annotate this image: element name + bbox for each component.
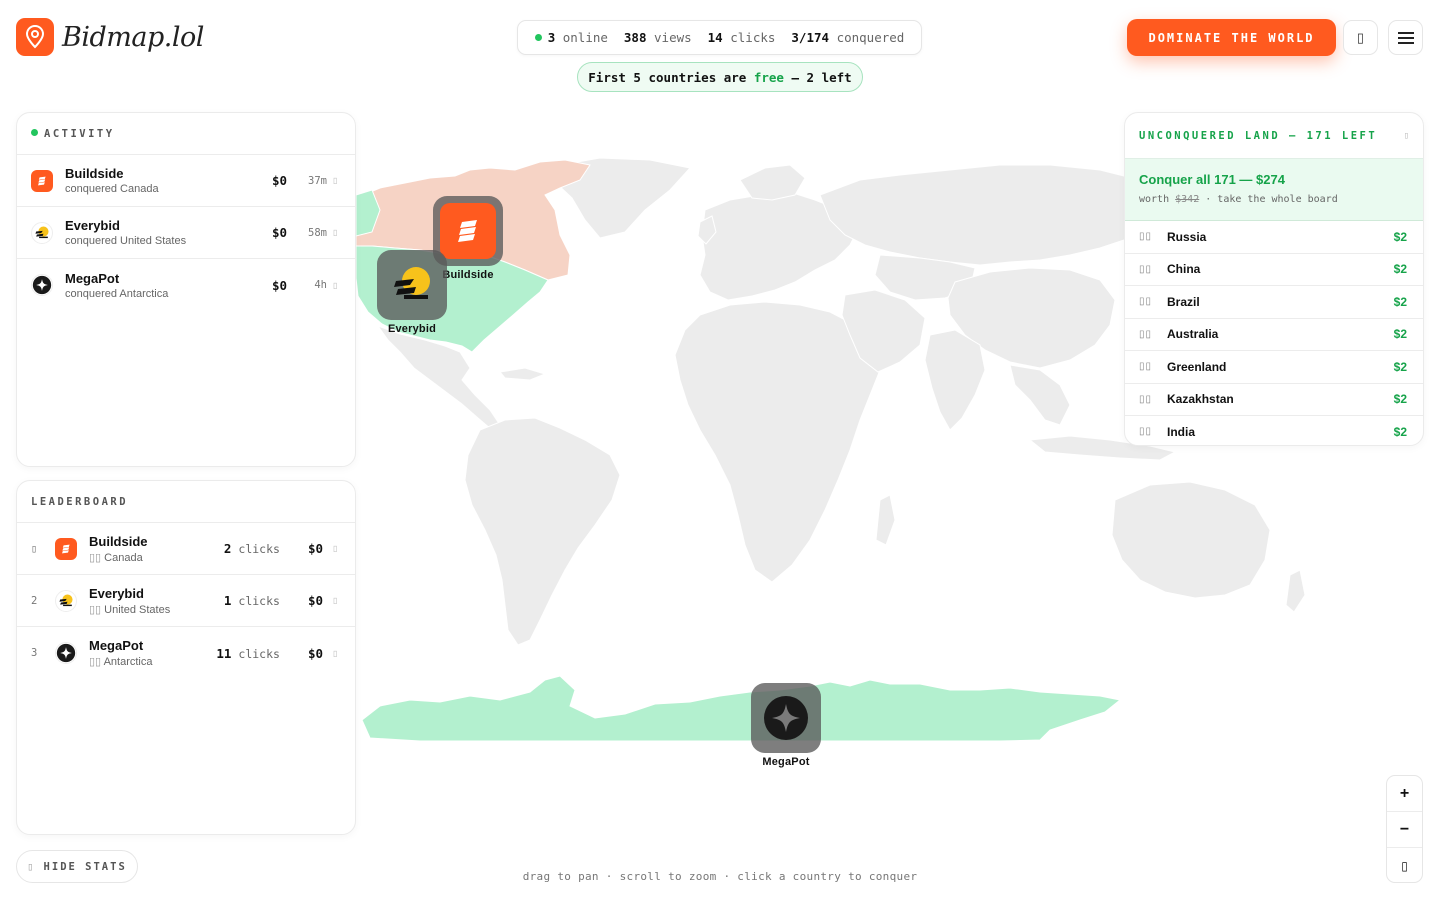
map-hint: drag to pan · scroll to zoom · click a c…	[522, 870, 918, 883]
chevron-icon: ▯	[333, 228, 338, 237]
country-row-india[interactable]: ▯▯ India $2	[1125, 416, 1423, 445]
country-row-greenland[interactable]: ▯▯ Greenland $2	[1125, 351, 1423, 384]
free-countries-banner: First 5 countries are free – 2 left	[577, 62, 863, 92]
eye-icon: ▯	[27, 860, 36, 873]
live-dot-icon	[31, 129, 38, 136]
region-africa[interactable]	[674, 301, 883, 583]
hide-stats-button[interactable]: ▯ HIDE STATS	[16, 850, 138, 883]
map-pin-icon	[16, 18, 54, 56]
megapot-avatar-icon	[55, 642, 77, 664]
placeholder-icon-button[interactable]: ▯	[1343, 20, 1378, 55]
buildside-avatar-icon	[31, 169, 53, 192]
leaderboard-row[interactable]: ▯ Buildside ▯▯ Canada 2 clicks $0 ▯	[17, 523, 355, 575]
unconquered-header[interactable]: UNCONQUERED LAND – 171 LEFT ▯	[1125, 113, 1423, 159]
collapse-chevron-icon[interactable]: ▯	[1404, 131, 1409, 141]
marker-label: Everybid	[387, 323, 437, 335]
country-row-china[interactable]: ▯▯ China $2	[1125, 254, 1423, 286]
country-india[interactable]	[924, 329, 986, 431]
hamburger-icon	[1397, 31, 1414, 44]
everybid-avatar-icon	[55, 589, 77, 612]
everybid-logo-icon	[394, 267, 430, 299]
activity-panel: ACTIVITY Buildside conquered Canada $0 37…	[16, 112, 356, 467]
activity-item[interactable]: Everybid conquered United States $0 58m ▯	[17, 207, 355, 259]
conquer-all-button[interactable]: Conquer all 171 — $274 worth $342 · take…	[1125, 159, 1423, 221]
online-dot-icon	[534, 34, 542, 41]
conquered-stat: 3/174 conquered	[791, 30, 905, 45]
brand-name: Bidmap.lol	[62, 21, 204, 53]
everybid-logo-tile	[377, 250, 447, 320]
country-australia[interactable]	[1111, 481, 1271, 599]
live-stats: 3 online 388 views 14 clicks 3/174 conqu…	[517, 20, 922, 55]
map-marker-everybid[interactable]: Everybid	[377, 250, 447, 335]
zoom-out-button[interactable]: −	[1387, 812, 1422, 848]
marker-label: MegaPot	[762, 756, 810, 768]
activity-item[interactable]: Buildside conquered Canada $0 37m ▯	[17, 155, 355, 207]
megapot-avatar-icon	[31, 274, 53, 296]
country-row-russia[interactable]: ▯▯ Russia $2	[1125, 221, 1423, 254]
chevron-icon: ▯	[333, 280, 338, 290]
online-stat: 3 online	[534, 30, 608, 45]
chevron-icon: ▯	[333, 176, 338, 185]
leaderboard-row[interactable]: 2 Everybid ▯▯ United States 1 clicks $0 ▯	[17, 575, 355, 627]
chevron-icon: ▯	[333, 596, 338, 605]
zoom-in-button[interactable]: +	[1387, 776, 1422, 812]
country-brazil[interactable]	[464, 417, 621, 646]
leaderboard-panel: LEADERBOARD ▯ Buildside ▯▯ Canada 2 click…	[16, 480, 356, 835]
buildside-avatar-icon	[55, 537, 77, 560]
views-stat: 388 views	[623, 30, 692, 45]
activity-item[interactable]: MegaPot conquered Antarctica $0 4h ▯	[17, 259, 355, 311]
dominate-world-button[interactable]: DOMINATE THE WORLD	[1127, 19, 1336, 56]
country-antarctica[interactable]	[361, 675, 1122, 742]
clicks-stat: 14 clicks	[707, 30, 776, 45]
zoom-controls: + − ▯	[1386, 775, 1423, 883]
everybid-avatar-icon	[31, 221, 53, 244]
country-row-brazil[interactable]: ▯▯ Brazil $2	[1125, 286, 1423, 319]
chevron-icon: ▯	[333, 648, 338, 658]
leaderboard-header: LEADERBOARD	[17, 481, 355, 523]
brand-logo[interactable]: Bidmap.lol	[16, 18, 204, 56]
unconquered-land-panel: UNCONQUERED LAND – 171 LEFT ▯ Conquer al…	[1124, 112, 1424, 446]
chevron-icon: ▯	[333, 544, 338, 553]
country-row-australia[interactable]: ▯▯ Australia $2	[1125, 319, 1423, 351]
country-row-kazakhstan[interactable]: ▯▯ Kazakhstan $2	[1125, 384, 1423, 416]
activity-header: ACTIVITY	[17, 113, 355, 155]
rank-crown-icon: ▯	[31, 542, 38, 555]
leaderboard-row[interactable]: 3 MegaPot ▯▯ Antarctica 11 clicks $0 ▯	[17, 627, 355, 679]
buildside-logo-icon	[458, 220, 477, 242]
map-marker-megapot[interactable]: MegaPot	[751, 683, 821, 768]
menu-button[interactable]	[1388, 20, 1423, 55]
reset-view-button[interactable]: ▯	[1387, 848, 1422, 882]
megapot-logo-tile	[751, 683, 821, 753]
megapot-logo-icon	[764, 696, 808, 740]
